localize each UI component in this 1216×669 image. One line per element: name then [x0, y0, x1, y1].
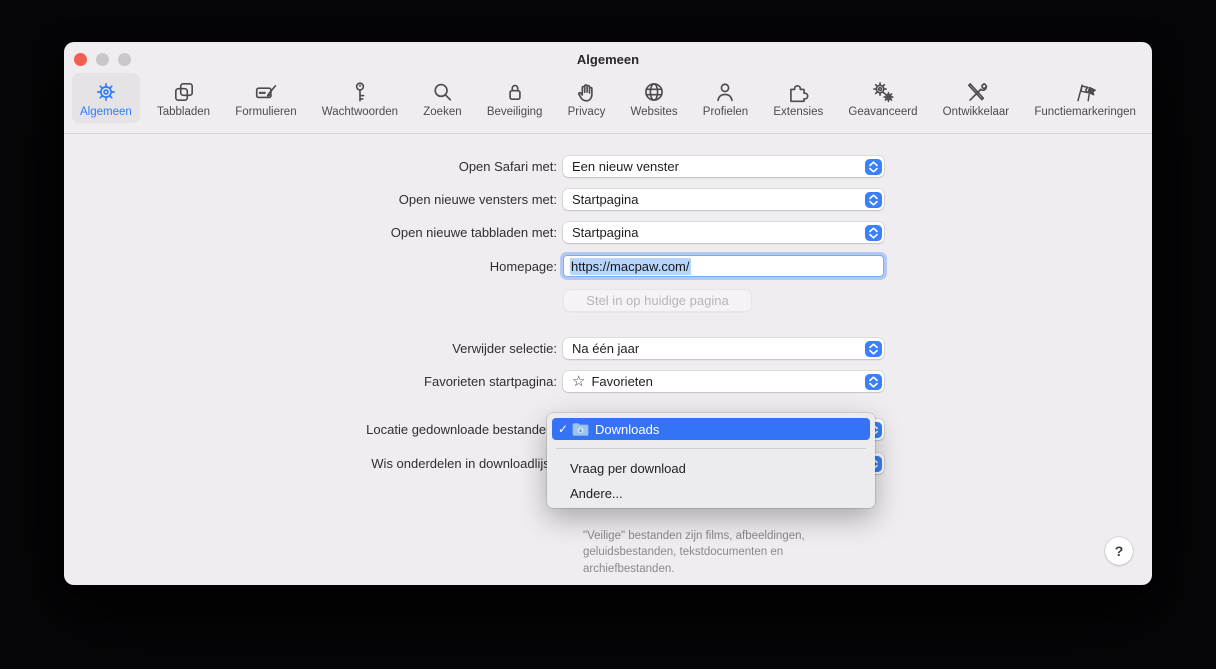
search-icon	[430, 77, 454, 104]
popup-chevrons-icon	[864, 158, 882, 175]
safari-preferences-window: Algemeen Algemeen Tabbladen Formulieren Wac…	[64, 42, 1152, 585]
toolbar: Algemeen Tabbladen Formulieren Wachtwoorden…	[72, 73, 1144, 129]
tab-label: Privacy	[567, 106, 606, 118]
download-location-menu: ✓ Downloads Vraag per download Andere...	[547, 413, 875, 508]
puzzle-icon	[786, 77, 810, 104]
popup-value: Startpagina	[572, 225, 639, 240]
popup-chevrons-icon	[864, 340, 882, 357]
tab-label: Geavanceerd	[848, 106, 918, 118]
new-windows-popup[interactable]: Startpagina	[563, 189, 884, 210]
menu-item-downloads[interactable]: ✓ Downloads	[552, 418, 870, 440]
gear-icon	[94, 77, 118, 104]
popup-value: Startpagina	[572, 192, 639, 207]
hand-icon	[574, 77, 598, 104]
tab-label: Functiemarkeringen	[1034, 106, 1136, 118]
tab-label: Wachtwoorden	[321, 106, 399, 118]
label-download-location: Locatie gedownloade bestanden:	[366, 422, 557, 437]
tab-tabbladen[interactable]: Tabbladen	[149, 73, 218, 123]
label-homepage: Homepage:	[489, 259, 557, 274]
safe-files-note: "Veilige" bestanden zijn films, afbeeldi…	[583, 530, 805, 575]
tab-beveiliging[interactable]: Beveiliging	[479, 73, 551, 123]
form-pencil-icon	[254, 77, 278, 104]
help-button[interactable]: ?	[1105, 537, 1133, 565]
open-safari-popup[interactable]: Een nieuw venster	[563, 156, 884, 177]
tab-profielen[interactable]: Profielen	[695, 73, 756, 123]
tab-geavanceerd[interactable]: Geavanceerd	[840, 73, 925, 123]
lock-icon	[503, 77, 527, 104]
label-new-windows: Open nieuwe vensters met:	[398, 192, 557, 207]
label-remove-history: Verwijder selectie:	[452, 341, 557, 356]
tab-formulieren[interactable]: Formulieren	[227, 73, 304, 123]
tab-label: Algemeen	[80, 106, 132, 118]
tab-ontwikkelaar[interactable]: Ontwikkelaar	[935, 73, 1017, 123]
star-icon: ☆	[572, 373, 586, 390]
tab-functiemarkeringen[interactable]: Functiemarkeringen	[1026, 73, 1144, 123]
downloads-folder-icon	[572, 422, 589, 436]
label-open-safari: Open Safari met:	[458, 159, 557, 174]
tab-label: Tabbladen	[156, 106, 211, 118]
label-new-tabs: Open nieuwe tabbladen met:	[390, 225, 557, 240]
label-favorites-start: Favorieten startpagina:	[424, 374, 557, 389]
tab-websites[interactable]: Websites	[623, 73, 686, 123]
tab-label: Formulieren	[235, 106, 297, 118]
tab-label: Websites	[630, 106, 678, 118]
tabs-icon	[172, 77, 196, 104]
tab-privacy[interactable]: Privacy	[560, 73, 614, 123]
globe-icon	[642, 77, 666, 104]
menu-item-label: Downloads	[595, 421, 660, 437]
label-clear-downloads: Wis onderdelen in downloadlijst:	[371, 456, 557, 471]
menu-separator	[556, 448, 866, 449]
new-tabs-popup[interactable]: Startpagina	[563, 222, 884, 243]
key-icon	[348, 77, 372, 104]
popup-value: Na één jaar	[572, 341, 640, 356]
menu-item-ask-per-download[interactable]: Vraag per download	[547, 456, 875, 481]
popup-chevrons-icon	[864, 373, 882, 390]
homepage-field[interactable]: https://macpaw.com/	[563, 255, 884, 277]
person-icon	[713, 77, 737, 104]
popup-chevrons-icon	[864, 191, 882, 208]
popup-chevrons-icon	[864, 224, 882, 241]
tab-algemeen[interactable]: Algemeen	[72, 73, 140, 123]
popup-value: Een nieuw venster	[572, 159, 679, 174]
tab-label: Zoeken	[423, 106, 462, 118]
flags-icon	[1073, 77, 1097, 104]
tab-wachtwoorden[interactable]: Wachtwoorden	[314, 73, 406, 123]
gears-icon	[871, 77, 895, 104]
favorites-popup[interactable]: ☆ Favorieten	[563, 371, 884, 392]
tab-zoeken[interactable]: Zoeken	[415, 73, 469, 123]
selected-text: https://macpaw.com/	[570, 257, 691, 275]
checkmark-icon: ✓	[557, 422, 569, 436]
tab-label: Extensies	[773, 106, 824, 118]
menu-item-other[interactable]: Andere...	[547, 481, 875, 506]
popup-value: Favorieten	[591, 374, 653, 389]
tab-extensies[interactable]: Extensies	[765, 73, 831, 123]
toolbar-divider	[64, 133, 1152, 134]
tools-icon	[964, 77, 988, 104]
remove-history-popup[interactable]: Na één jaar	[563, 338, 884, 359]
set-to-current-page-button[interactable]: Stel in op huidige pagina	[563, 289, 752, 312]
tab-label: Ontwikkelaar	[942, 106, 1010, 118]
tab-label: Beveiliging	[486, 106, 543, 118]
window-title: Algemeen	[576, 52, 640, 67]
tab-label: Profielen	[702, 106, 749, 118]
